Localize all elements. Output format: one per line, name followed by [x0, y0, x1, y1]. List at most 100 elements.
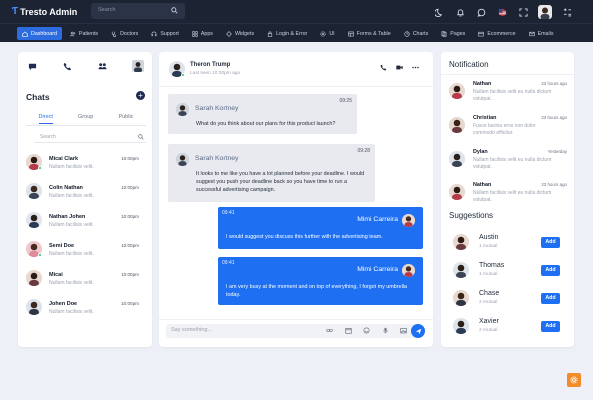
app-logo[interactable]: Ƭ Tresto Admin — [12, 6, 77, 17]
user-avatar[interactable] — [538, 5, 552, 19]
notification-time: 23 hours ago — [541, 182, 567, 187]
sender-name: Sarah Kortney — [195, 105, 239, 112]
profile-avatar[interactable] — [131, 60, 144, 72]
add-friend-button[interactable]: Add — [541, 237, 560, 248]
nav-label: Emails — [537, 30, 554, 37]
nav-item-emails[interactable]: Emails — [524, 27, 559, 40]
chat-search-placeholder: Search — [40, 134, 56, 140]
message-input[interactable]: Say something... — [166, 324, 421, 338]
tab-direct[interactable]: Direct — [38, 114, 53, 124]
new-chat-plus-icon[interactable]: + — [136, 91, 145, 100]
mutual-count: 1 mutual — [479, 244, 498, 249]
chat-item-colin-nathan[interactable]: Colin Nathan Nullam facilisis velit. 10:… — [26, 183, 152, 208]
settings-gear-button[interactable] — [567, 373, 581, 387]
apps-menu-icon[interactable] — [561, 6, 573, 18]
top-bar: Ƭ Tresto Admin Search — [0, 0, 593, 23]
nav-label: Ecommerce — [487, 30, 516, 37]
nav-item-widgets[interactable]: Widgets — [221, 27, 259, 40]
language-flag-icon[interactable] — [496, 6, 508, 18]
nav-item-doctors[interactable]: Doctors — [106, 27, 143, 40]
sender-avatar — [402, 264, 415, 277]
notification-name: Dylan — [473, 149, 488, 155]
phone-icon[interactable] — [380, 64, 387, 71]
nav-item-apps[interactable]: Apps — [187, 27, 218, 40]
page-icon — [441, 30, 447, 37]
nav-item-patients[interactable]: Patients — [65, 27, 103, 40]
dark-mode-moon-icon[interactable] — [433, 6, 445, 18]
chat-item-johen-doe[interactable]: Johen Doe Nullam facilisis velit. 10:00p… — [26, 299, 152, 324]
chat-preview: Nullam facilisis velit. — [49, 280, 94, 286]
search-icon — [138, 134, 144, 140]
topbar-actions — [433, 5, 573, 19]
calendar-icon[interactable] — [345, 327, 352, 334]
add-friend-button[interactable]: Add — [541, 321, 560, 332]
divider — [26, 125, 146, 126]
contacts-icon[interactable] — [97, 60, 109, 72]
chat-search-input[interactable]: Search — [34, 132, 146, 143]
notification-bell-icon[interactable] — [454, 6, 466, 18]
chat-time: 10:00pm — [121, 214, 139, 219]
notification-item[interactable]: Christian 23 hours ago Fusce lacinia ero… — [449, 115, 567, 142]
global-search-input[interactable]: Search — [91, 3, 185, 19]
chat-name: Semi Doe — [49, 243, 75, 249]
avatar — [453, 234, 469, 250]
link-icon[interactable] — [326, 327, 333, 334]
image-icon[interactable] — [400, 327, 407, 334]
divider — [159, 86, 433, 87]
nav-item-login-error[interactable]: Login & Error — [262, 27, 312, 40]
tab-public[interactable]: Public — [118, 114, 133, 124]
main-navigation: Dashboard Patients Doctors Support Apps … — [0, 23, 593, 42]
send-button[interactable] — [411, 324, 425, 338]
nav-label: Charts — [412, 30, 429, 37]
nav-item-forms-table[interactable]: Forms & Table — [343, 27, 396, 40]
chat-item-micai[interactable]: Micai Nullam facilisis velit. 10:00pm — [26, 270, 152, 295]
notification-text: Fusce lacinia eros non dolor commodo eff… — [473, 123, 536, 136]
video-call-icon[interactable] — [396, 64, 403, 71]
nav-item-support[interactable]: Support — [146, 27, 184, 40]
add-friend-button[interactable]: Add — [541, 293, 560, 304]
nav-label: Apps — [200, 30, 213, 37]
search-icon — [171, 7, 178, 14]
tab-group[interactable]: Group — [78, 114, 93, 124]
fullscreen-icon[interactable] — [517, 6, 529, 18]
notification-item[interactable]: Nathan 23 hours ago Nullam facilisis vel… — [449, 81, 567, 108]
emoji-icon[interactable] — [363, 327, 370, 334]
nav-item-pages[interactable]: Pages — [436, 27, 470, 40]
message-text: What do you think about our plans for th… — [196, 121, 336, 127]
microphone-icon[interactable] — [382, 327, 389, 334]
nav-item-ui[interactable]: UI — [315, 27, 339, 40]
chat-item-micai-clark[interactable]: Micai Clark Nullam facilisis velit. 10:0… — [26, 154, 152, 179]
chat-preview: Nullam facilisis velit. — [49, 309, 94, 315]
chats-title: Chats — [26, 92, 50, 102]
sender-name: Mimi Carreira — [357, 216, 398, 223]
nav-item-charts[interactable]: Charts — [399, 27, 434, 40]
nav-label: Doctors — [120, 30, 139, 37]
nav-item-dashboard[interactable]: Dashboard — [17, 27, 62, 40]
chat-item-semi-doe[interactable]: Semi Doe Nullam facilisis velit. 10:00pm — [26, 241, 152, 266]
message-text: It looks to me like you have a lot plann… — [196, 171, 365, 193]
chat-bubble-icon[interactable] — [26, 60, 38, 72]
online-status-dot — [181, 73, 185, 77]
sender-avatar — [402, 214, 415, 227]
mutual-count: 1 mutual — [479, 272, 498, 277]
widget-icon — [226, 30, 232, 37]
more-options-icon[interactable] — [412, 64, 419, 71]
nav-label: Pages — [450, 30, 466, 37]
nav-label: Login & Error — [276, 30, 308, 37]
notification-item[interactable]: Dylan Yesterday Nullam facilisis velit e… — [449, 149, 567, 176]
add-friend-button[interactable]: Add — [541, 265, 560, 276]
message-time: 09:28 — [357, 148, 370, 154]
suggestion-item: Xavier 2 mutual Add — [453, 318, 568, 338]
chat-time: 10:00pm — [121, 301, 139, 306]
notification-item[interactable]: Nathan 23 hours ago Nullam facilisis vel… — [449, 182, 567, 209]
grid-icon — [192, 30, 198, 37]
chat-item-nathan-johen[interactable]: Nathan Johen Nullam facilisis velit. 10:… — [26, 212, 152, 237]
message-bubble-incoming: 09:25 Sarah Kortney What do you think ab… — [168, 94, 357, 134]
messages-icon[interactable] — [475, 6, 487, 18]
nav-item-ecommerce[interactable]: Ecommerce — [473, 27, 520, 40]
sender-name: Mimi Carreira — [357, 266, 398, 273]
suggestion-item: Thomas 1 mutual Add — [453, 262, 568, 282]
chat-tools — [26, 60, 144, 72]
phone-icon[interactable] — [61, 60, 73, 72]
headset-icon — [151, 31, 157, 36]
